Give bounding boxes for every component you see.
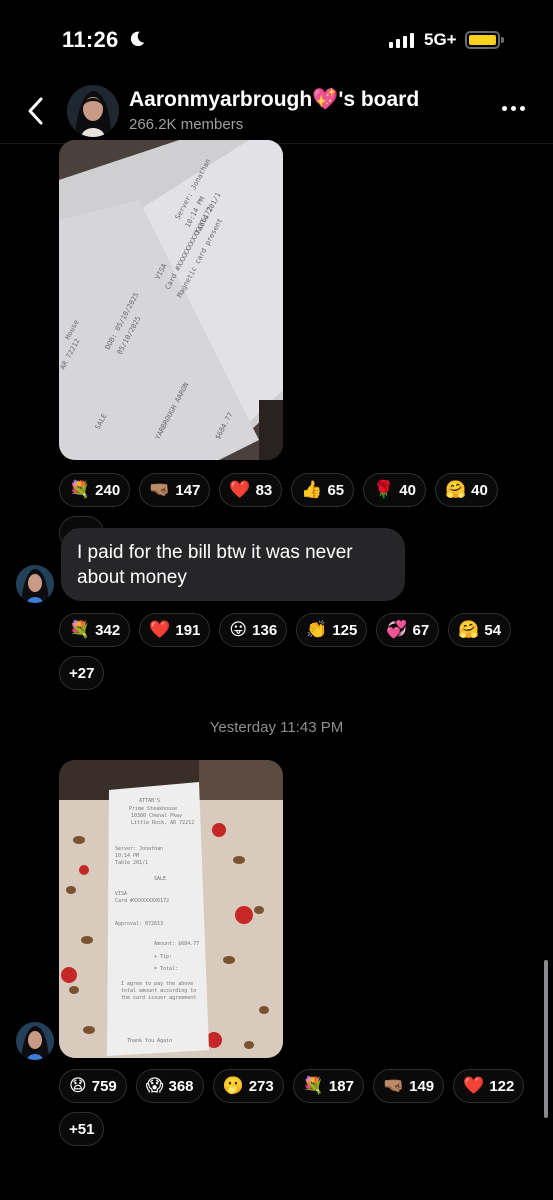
chat-header: Aaronmyarbrough💖's board 266.2K members xyxy=(0,80,553,144)
receipt-photo-2[interactable]: ATTAB'S Prime Steakhouse 10300 Chenal Pk… xyxy=(59,760,283,1058)
reaction-chip[interactable]: ❤️ 191 xyxy=(139,613,211,647)
status-time: 11:26 xyxy=(62,27,119,52)
members-count: 266.2K members xyxy=(129,116,244,133)
more-reactions-chip[interactable]: +51 xyxy=(59,1112,105,1146)
svg-text:Card #XXXXXXXX6172: Card #XXXXXXXX6172 xyxy=(115,898,169,904)
svg-text:ATTAB'S: ATTAB'S xyxy=(139,798,160,804)
signal-icon xyxy=(389,32,414,48)
reaction-chip[interactable]: 🤜🏽 149 xyxy=(372,1069,445,1103)
reaction-chip[interactable]: 💐 342 xyxy=(59,613,131,647)
svg-text:Prime Steakhouse: Prime Steakhouse xyxy=(129,806,177,812)
svg-text:total amount according to: total amount according to xyxy=(121,988,196,994)
more-reactions-chip[interactable]: +27 xyxy=(59,656,105,690)
reaction-chip[interactable]: 👍 65 xyxy=(291,473,355,507)
reaction-chip[interactable]: ❤️ 122 xyxy=(453,1069,525,1103)
svg-text:SALE: SALE xyxy=(154,876,166,882)
reaction-chip[interactable]: 🤗 54 xyxy=(448,613,512,647)
svg-text:10:14 PM: 10:14 PM xyxy=(115,853,139,859)
svg-text:the card issuer agreement: the card issuer agreement xyxy=(121,995,196,1001)
reaction-chip[interactable]: 👏 125 xyxy=(296,613,368,647)
moon-icon xyxy=(130,31,145,47)
sender-avatar[interactable] xyxy=(16,1022,54,1060)
reaction-chip[interactable]: 💐 240 xyxy=(59,473,131,507)
reaction-chip[interactable]: 💞 67 xyxy=(376,613,440,647)
status-bar: 11:26 5G+ xyxy=(0,0,553,80)
back-chevron-icon[interactable] xyxy=(22,94,50,128)
reaction-chip[interactable]: 😧 759 xyxy=(59,1069,127,1103)
sender-avatar[interactable] xyxy=(16,565,54,603)
battery-icon xyxy=(465,31,500,49)
timestamp-divider: Yesterday 11:43 PM xyxy=(209,719,344,736)
board-title[interactable]: Aaronmyarbrough💖's board xyxy=(129,88,419,112)
svg-text:Little Rock, AR 72212: Little Rock, AR 72212 xyxy=(131,820,194,826)
more-options-icon[interactable] xyxy=(502,106,525,111)
svg-text:Thank You Again: Thank You Again xyxy=(127,1038,172,1044)
reaction-chip[interactable]: 🤗 40 xyxy=(434,473,498,507)
svg-text:Server: Jonathan: Server: Jonathan xyxy=(115,846,163,852)
scrollbar[interactable] xyxy=(544,960,548,1118)
svg-text:+ Tip:: + Tip: xyxy=(154,954,172,960)
svg-text:VISA: VISA xyxy=(115,891,127,897)
reaction-chip[interactable]: 🌹 40 xyxy=(363,473,426,507)
reactions-row-2: 💐 342 ❤️ 191 😛 136 👏 125 💞 67 🤗 54 +27 xyxy=(59,613,529,690)
svg-text:= Total:: = Total: xyxy=(154,966,178,972)
reaction-chip[interactable]: 😛 136 xyxy=(219,613,288,647)
svg-text:Table 201/1: Table 201/1 xyxy=(115,860,148,866)
reactions-row-3: 😧 759 😱 368 🫢 273 💐 187 🤜🏽 149 ❤️ 122 +51 xyxy=(59,1069,529,1146)
reaction-chip[interactable]: 🤜🏽 147 xyxy=(139,473,211,507)
svg-text:I agree to pay the above: I agree to pay the above xyxy=(121,981,193,987)
svg-text:Amount: $684.77: Amount: $684.77 xyxy=(154,941,199,947)
reaction-chip[interactable]: ❤️ 83 xyxy=(219,473,283,507)
battery-tip xyxy=(501,37,504,43)
reaction-chip[interactable]: 😱 368 xyxy=(135,1069,204,1103)
board-avatar[interactable] xyxy=(67,85,119,137)
reaction-chip[interactable]: 🫢 273 xyxy=(212,1069,284,1103)
message-bubble[interactable]: I paid for the bill btw it was never abo… xyxy=(61,528,405,601)
svg-text:10300 Chenal Pkwy: 10300 Chenal Pkwy xyxy=(131,813,182,819)
receipt-photo-1[interactable]: Server: Jonathan 10:14 PM Table 201/1 VI… xyxy=(59,140,283,460)
reaction-chip[interactable]: 💐 187 xyxy=(292,1069,364,1103)
svg-text:Approval: 072613: Approval: 072613 xyxy=(115,921,163,927)
network-type: 5G+ xyxy=(424,30,457,49)
